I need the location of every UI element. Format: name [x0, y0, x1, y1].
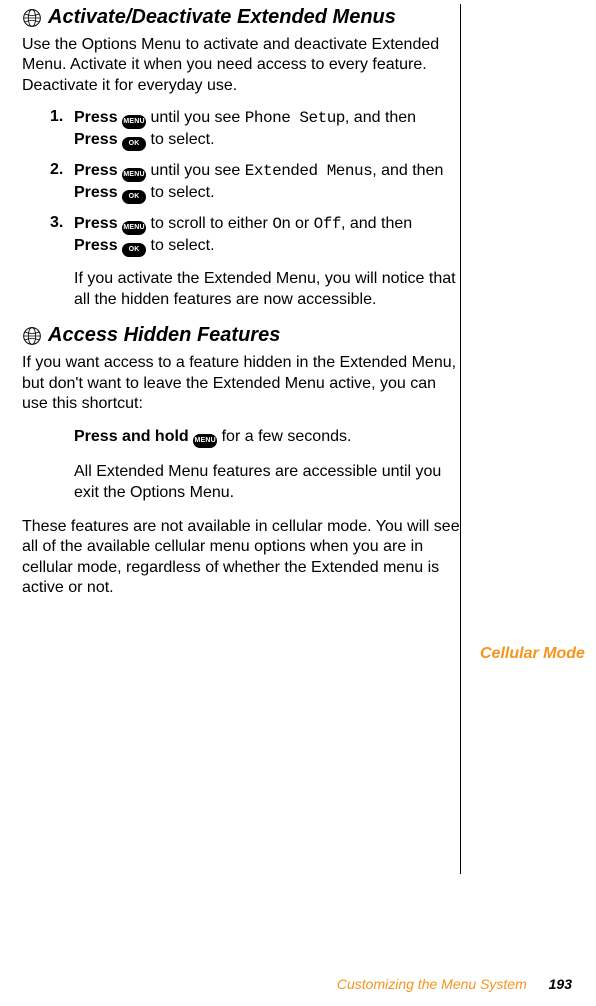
press-label: Press — [74, 109, 118, 126]
section-1-intro: Use the Options Menu to activate and dea… — [22, 35, 460, 96]
text-until: until you see — [146, 162, 245, 179]
step-number: 3. — [50, 214, 74, 257]
ok-key-label: OK — [129, 140, 140, 147]
text-few-seconds: for a few seconds. — [217, 428, 351, 445]
press-label: Press — [74, 215, 118, 232]
text-andthen: , and then — [341, 215, 412, 232]
side-note-cellular: Cellular Mode — [470, 644, 588, 663]
globe-icon — [22, 8, 42, 28]
page: Activate/Deactivate Extended Menus Use t… — [0, 0, 596, 1006]
text-andthen: , and then — [345, 109, 416, 126]
step-body: Press MENU until you see Phone Setup, an… — [74, 108, 460, 151]
footer-section-name: Customizing the Menu System — [337, 976, 527, 992]
ok-key-icon: OK — [122, 237, 146, 257]
osd-off: Off — [314, 215, 341, 233]
side-column: Cellular Mode — [470, 6, 596, 663]
cellular-note: These features are not available in cell… — [22, 517, 460, 599]
column-separator — [460, 4, 461, 874]
press-label2: Press — [74, 131, 118, 148]
osd-extended-menus: Extended Menus — [245, 162, 372, 180]
step-number: 1. — [50, 108, 74, 151]
step-2: 2. Press MENU until you see Extended Men… — [22, 161, 460, 204]
osd-phone-setup: Phone Setup — [245, 109, 345, 127]
press-label2: Press — [74, 184, 118, 201]
section-title-1: Activate/Deactivate Extended Menus — [48, 6, 396, 29]
step-3: 3. Press MENU to scroll to either On or … — [22, 214, 460, 257]
text-select: to select. — [146, 131, 214, 148]
menu-key-icon: MENU — [122, 109, 146, 129]
step-body: Press MENU until you see Extended Menus,… — [74, 161, 460, 204]
footer-page-number: 193 — [549, 976, 572, 992]
globe-icon — [22, 326, 42, 346]
page-footer: Customizing the Menu System 193 — [337, 976, 572, 992]
osd-on: On — [272, 215, 290, 233]
content-row: Activate/Deactivate Extended Menus Use t… — [0, 6, 596, 663]
section-heading-2: Access Hidden Features — [22, 324, 460, 347]
ok-key-icon: OK — [122, 131, 146, 151]
menu-key-label: MENU — [123, 224, 144, 231]
menu-key-icon: MENU — [193, 428, 217, 448]
step-body: Press MENU to scroll to either On or Off… — [74, 214, 460, 257]
ok-key-label: OK — [129, 193, 140, 200]
steps-list-1: 1. Press MENU until you see Phone Setup,… — [22, 108, 460, 257]
ok-key-icon: OK — [122, 184, 146, 204]
menu-key-icon: MENU — [122, 162, 146, 182]
text-andthen: , and then — [372, 162, 443, 179]
step-1: 1. Press MENU until you see Phone Setup,… — [22, 108, 460, 151]
step-result-2: All Extended Menu features are accessibl… — [22, 462, 460, 503]
main-column: Activate/Deactivate Extended Menus Use t… — [0, 6, 470, 663]
ok-key-label: OK — [129, 246, 140, 253]
section-heading-1: Activate/Deactivate Extended Menus — [22, 6, 460, 29]
press-label2: Press — [74, 237, 118, 254]
text-until: until you see — [146, 109, 245, 126]
menu-key-label: MENU — [194, 437, 215, 444]
press-hold-label: Press and hold — [74, 428, 189, 445]
section-2-intro: If you want access to a feature hidden i… — [22, 353, 460, 414]
text-select: to select. — [146, 184, 214, 201]
text-or: or — [291, 215, 314, 232]
step-result-1: If you activate the Extended Menu, you w… — [22, 269, 460, 310]
text-select: to select. — [146, 237, 214, 254]
menu-key-label: MENU — [123, 118, 144, 125]
press-label: Press — [74, 162, 118, 179]
step-number: 2. — [50, 161, 74, 204]
menu-key-label: MENU — [123, 171, 144, 178]
shortcut-instruction: Press and hold MENU for a few seconds. — [22, 427, 460, 448]
menu-key-icon: MENU — [122, 215, 146, 235]
section-title-2: Access Hidden Features — [48, 324, 280, 347]
text-scroll: to scroll to either — [146, 215, 272, 232]
